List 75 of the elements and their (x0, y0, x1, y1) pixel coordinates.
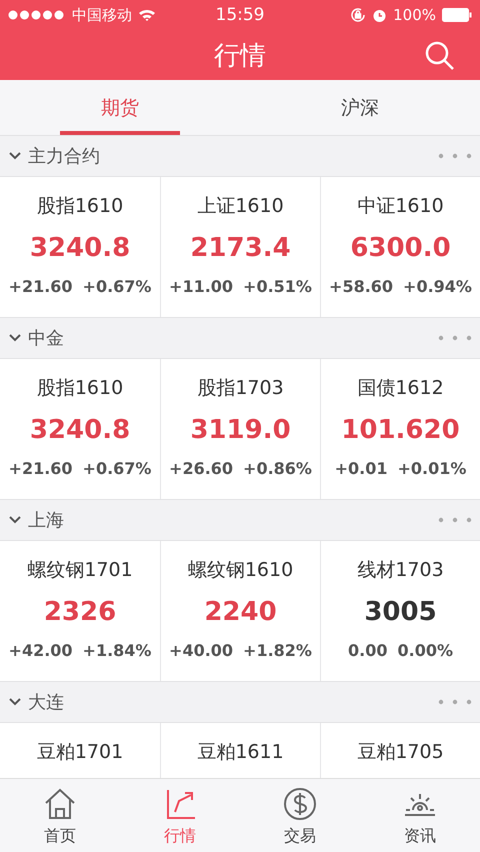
quote-card[interactable]: 螺纹钢1610 2240 +40.00 +1.82% (160, 541, 320, 681)
quote-card[interactable]: 上证1610 2173.4 +11.00 +0.51% (160, 177, 320, 317)
percent-change: +1.82% (243, 641, 312, 660)
contract-name: 螺纹钢1610 (188, 558, 294, 583)
contract-price: 2173.4 (190, 233, 291, 263)
carrier-name: 中国移动 (72, 6, 132, 24)
quote-card[interactable]: 国债1612 101.620 +0.01 +0.01% (320, 359, 480, 499)
price-change: +40.00 (169, 641, 234, 660)
price-change: +0.01 (334, 459, 388, 478)
wifi-icon (138, 8, 156, 22)
price-change: +58.60 (329, 277, 394, 296)
price-change: +42.00 (8, 641, 73, 660)
percent-change: +0.67% (82, 459, 152, 478)
more-icon[interactable] (438, 335, 472, 341)
percent-change: +0.94% (403, 277, 472, 296)
contract-price: 2326 (44, 597, 116, 627)
search-icon (424, 40, 456, 72)
tab-bar-item[interactable]: 交易 (240, 779, 360, 852)
percent-change: +1.84% (82, 641, 152, 660)
contract-name: 豆粕1611 (197, 740, 284, 765)
contract-price: 3119.0 (190, 415, 291, 445)
price-change: +21.60 (8, 459, 73, 478)
battery-icon (442, 8, 472, 22)
quote-card[interactable]: 中证1610 6300.0 +58.60 +0.94% (320, 177, 480, 317)
more-icon[interactable] (438, 517, 472, 523)
percent-change: +0.86% (243, 459, 312, 478)
contract-price: 2240 (204, 597, 277, 627)
contract-price: 101.620 (341, 415, 460, 445)
contract-price: 3240.8 (30, 415, 130, 445)
contract-name: 中证1610 (357, 194, 444, 219)
signal-icon (8, 10, 66, 20)
section-title: 大连 (28, 691, 65, 714)
contract-name: 股指1610 (36, 376, 124, 401)
contract-price: 3005 (364, 597, 437, 627)
section-title: 主力合约 (28, 145, 101, 168)
quote-card[interactable]: 股指1703 3119.0 +26.60 +0.86% (160, 359, 320, 499)
percent-change: +0.67% (82, 277, 152, 296)
section-header[interactable]: 主力合约 (0, 136, 480, 177)
percent-change: +0.01% (397, 459, 466, 478)
contract-name: 股指1703 (197, 376, 284, 401)
percent-change: 0.00% (397, 641, 453, 660)
price-change: +11.00 (169, 277, 234, 296)
price-change: +26.60 (169, 459, 234, 478)
price-change: +21.60 (8, 277, 73, 296)
alarm-icon (372, 8, 388, 22)
section-title: 中金 (28, 327, 65, 350)
section-header[interactable]: 上海 (0, 500, 480, 541)
quote-card[interactable]: 股指1610 3240.8 +21.60 +0.67% (0, 177, 160, 317)
tab[interactable]: 沪深 (300, 80, 420, 135)
contract-name: 上证1610 (197, 194, 284, 219)
rotation-lock-icon (350, 7, 366, 23)
more-icon[interactable] (438, 699, 472, 705)
quote-card[interactable]: 股指1610 3240.8 +21.60 +0.67% (0, 359, 160, 499)
contract-name: 螺纹钢1701 (27, 558, 133, 583)
section-title: 上海 (28, 509, 65, 532)
contract-name: 国债1612 (357, 376, 444, 401)
section-header[interactable]: 中金 (0, 318, 480, 359)
percent-change: +0.51% (243, 277, 312, 296)
contract-price: 3240.8 (30, 233, 130, 263)
quote-card[interactable]: 螺纹钢1701 2326 +42.00 +1.84% (0, 541, 160, 681)
contract-name: 豆粕1701 (36, 740, 124, 765)
contract-price: 6300.0 (350, 233, 451, 263)
battery-percent: 100% (393, 6, 436, 24)
tab-bar-item[interactable]: 首页 (0, 779, 120, 852)
status-time: 15:59 (216, 5, 264, 25)
quote-card[interactable]: 豆粕1701 (0, 723, 160, 778)
quote-card[interactable]: 线材1703 3005 0.00 0.00% (320, 541, 480, 681)
page-title: 行情 (214, 40, 266, 72)
price-change: 0.00 (348, 641, 388, 660)
more-icon[interactable] (438, 153, 472, 159)
contract-name: 线材1703 (357, 558, 444, 583)
tab-bar-item[interactable]: 资讯 (360, 779, 480, 852)
contract-name: 股指1610 (36, 194, 124, 219)
section-header[interactable]: 大连 (0, 682, 480, 723)
contract-name: 豆粕1705 (357, 740, 444, 765)
